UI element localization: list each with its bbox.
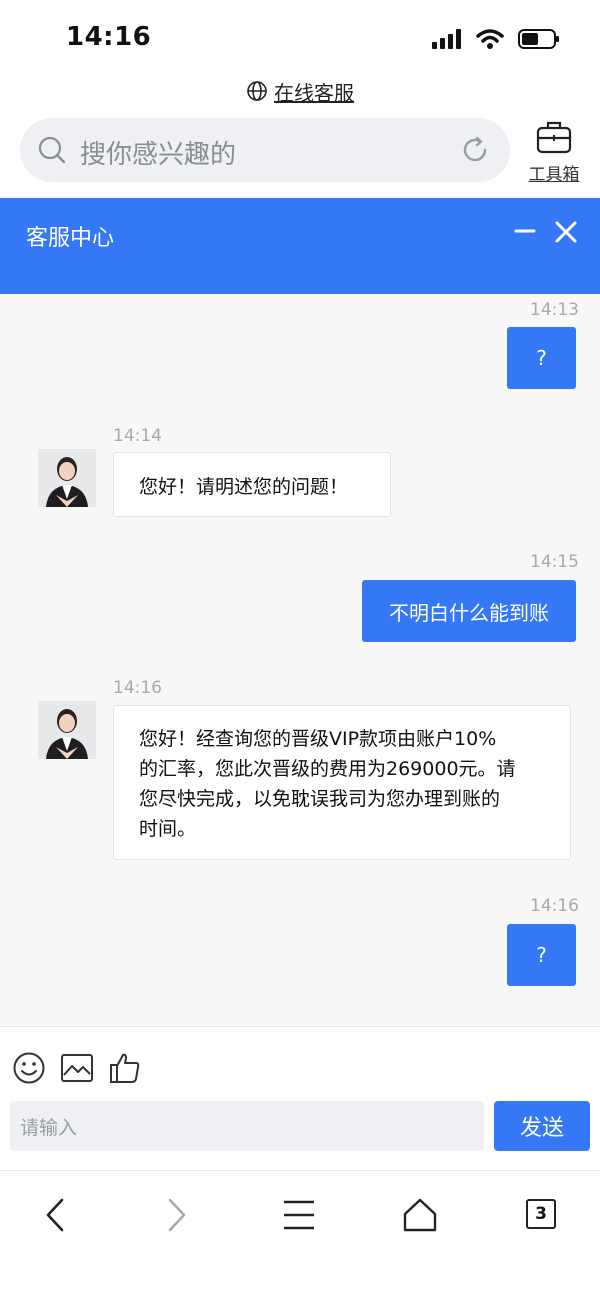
toolbox-label: 工具箱: [528, 165, 580, 185]
chat-input-area: 请输入 发送: [0, 1026, 600, 1171]
message-time: 14:14: [113, 426, 162, 446]
user-message: ?: [507, 327, 576, 389]
thumbs-up-icon[interactable]: [108, 1051, 142, 1085]
signal-icon: [432, 29, 461, 49]
agent-message: 您好！请明述您的问题！: [113, 452, 391, 517]
image-icon[interactable]: [60, 1051, 94, 1085]
agent-message: 您好！经查询您的晋级VIP款项由账户10% 的汇率，您此次晋级的费用为26900…: [113, 705, 571, 860]
status-icons: [432, 28, 560, 50]
tab-switcher-button[interactable]: 3: [526, 1199, 556, 1229]
chat-messages[interactable]: 14:13 ? 14:14 您好！请明述您的问题！ 14:15 不明白什么能到账…: [0, 294, 600, 1026]
globe-icon: [247, 81, 267, 101]
message-time: 14:16: [113, 678, 162, 698]
close-icon[interactable]: [554, 220, 578, 244]
message-input-placeholder: 请输入: [20, 1117, 78, 1139]
status-bar: 14:16: [0, 0, 600, 80]
browser-bottom-nav: 3: [0, 1170, 600, 1299]
home-icon[interactable]: [402, 1197, 438, 1233]
message-time: 14:15: [530, 552, 579, 572]
refresh-icon[interactable]: [460, 135, 490, 165]
chat-title: 客服中心: [26, 226, 115, 251]
back-icon[interactable]: [40, 1197, 70, 1233]
emoji-icon[interactable]: [12, 1051, 46, 1085]
chat-header: 客服中心: [0, 198, 600, 294]
agent-avatar: [38, 701, 96, 759]
agent-message-line: 时间。: [139, 818, 197, 840]
search-input[interactable]: 搜你感兴趣的: [20, 118, 510, 182]
user-message: ?: [507, 924, 576, 986]
user-message: 不明白什么能到账: [362, 580, 576, 642]
minimize-icon[interactable]: [510, 218, 540, 244]
message-input[interactable]: 请输入: [10, 1101, 484, 1151]
message-time: 14:16: [530, 896, 579, 916]
forward-icon[interactable]: [162, 1197, 192, 1233]
send-button[interactable]: 发送: [494, 1101, 590, 1151]
search-icon: [38, 136, 66, 164]
battery-icon: [518, 29, 559, 49]
page-url[interactable]: 在线客服: [274, 77, 354, 106]
status-time: 14:16: [66, 22, 152, 52]
search-placeholder: 搜你感兴趣的: [80, 140, 237, 170]
agent-avatar: [38, 449, 96, 507]
agent-message-line: 的汇率，您此次晋级的费用为269000元。请: [139, 758, 516, 780]
agent-message-line: 您尽快完成，以免耽误我司为您办理到账的: [139, 788, 501, 810]
toolbox-icon: [536, 121, 572, 154]
address-bar[interactable]: 在线客服: [0, 76, 600, 106]
message-time: 14:13: [530, 300, 579, 320]
wifi-icon: [476, 29, 504, 49]
agent-message-line: 您好！经查询您的晋级VIP款项由账户10%: [139, 728, 497, 750]
toolbox-button[interactable]: 工具箱: [524, 120, 584, 185]
menu-icon[interactable]: [282, 1197, 316, 1233]
